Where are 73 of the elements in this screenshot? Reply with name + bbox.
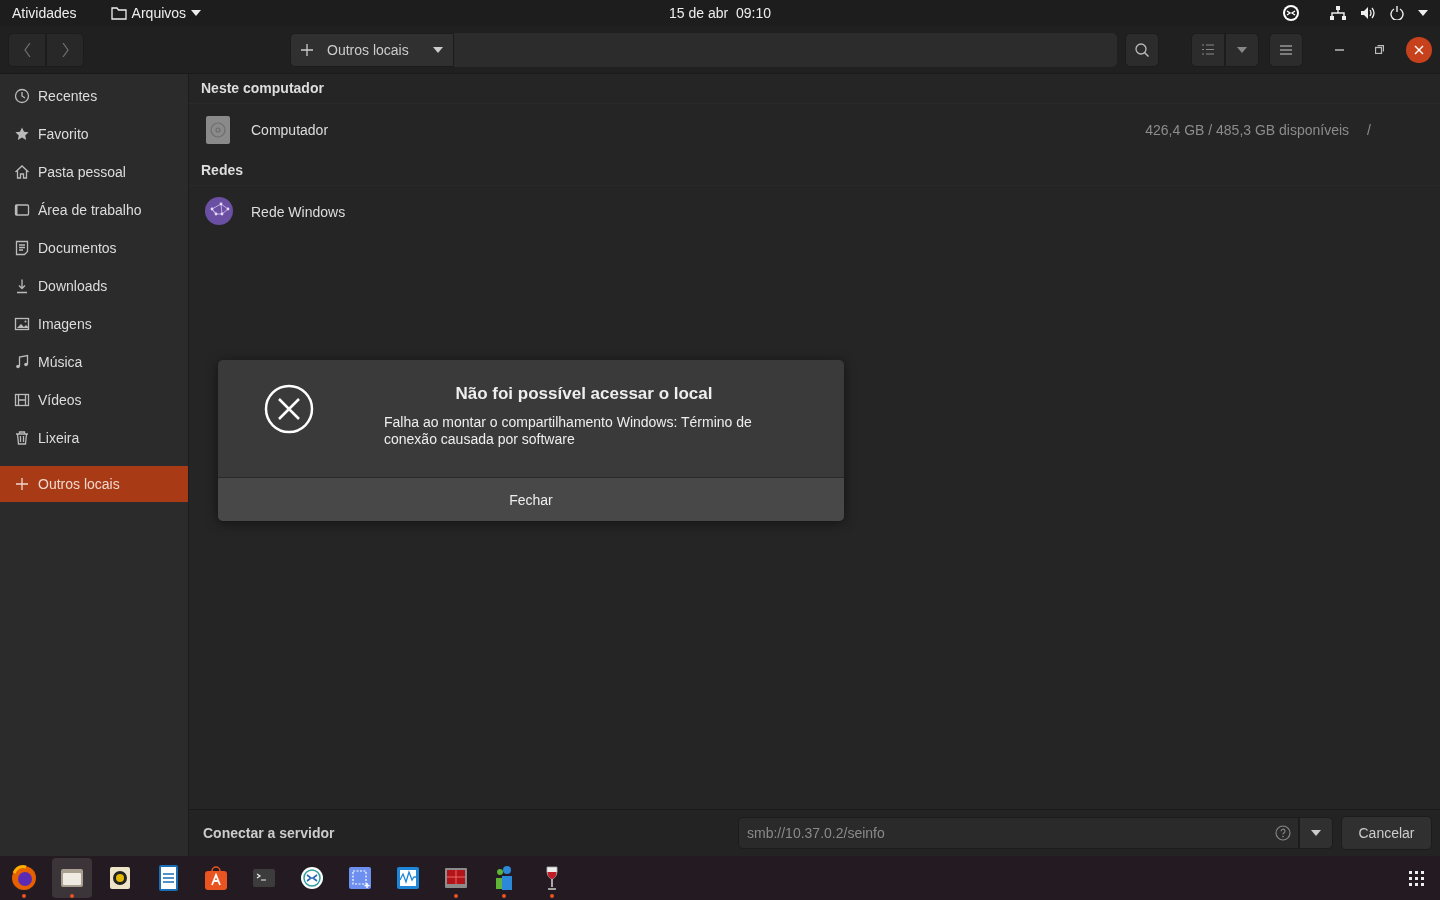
place-item[interactable]: Computador bbox=[251, 122, 329, 138]
clock[interactable]: 15 de abr 09:10 bbox=[669, 5, 771, 21]
power-icon[interactable] bbox=[1390, 6, 1404, 20]
place-item[interactable]: Rede Windows bbox=[251, 204, 346, 220]
section-heading: Neste computador bbox=[189, 74, 1440, 104]
app-menu[interactable]: Arquivos bbox=[110, 5, 202, 21]
menu-button[interactable] bbox=[1269, 32, 1303, 67]
sidebar-item[interactable]: Pasta pessoal bbox=[0, 153, 188, 191]
sidebar-item[interactable]: Lixeira bbox=[0, 419, 188, 457]
view-options-button[interactable] bbox=[1225, 32, 1260, 67]
sidebar-item[interactable]: Documentos bbox=[0, 229, 188, 267]
caret-icon bbox=[432, 46, 443, 53]
music-note-icon bbox=[14, 354, 30, 370]
browser-icon[interactable] bbox=[10, 864, 38, 892]
path-button[interactable]: Outros locais bbox=[290, 32, 454, 67]
shopping-bag-icon[interactable] bbox=[202, 864, 230, 892]
dialog-title: Não foi possível acessar o local bbox=[454, 384, 714, 404]
history-dropdown-button[interactable] bbox=[1299, 817, 1333, 849]
desktop-icon bbox=[14, 202, 30, 218]
close-button[interactable] bbox=[1406, 36, 1433, 63]
home-icon bbox=[14, 164, 30, 180]
list-icon bbox=[1202, 44, 1215, 55]
search-button[interactable] bbox=[1125, 32, 1160, 67]
server-address-field[interactable]: smb://10.37.0.2/seinfo bbox=[738, 817, 1299, 849]
caret-icon bbox=[1311, 830, 1321, 836]
folder-icon bbox=[110, 6, 127, 20]
caret-icon bbox=[191, 10, 202, 16]
document-icon bbox=[14, 240, 30, 256]
remote-indicator-icon[interactable] bbox=[1282, 4, 1300, 22]
plus-icon bbox=[14, 476, 30, 492]
close-dialog-button[interactable]: Fechar bbox=[218, 477, 844, 521]
sidebar-item[interactable]: Música bbox=[0, 343, 188, 381]
network-icon[interactable] bbox=[1330, 6, 1346, 20]
download-icon bbox=[14, 278, 30, 294]
sidebar-item[interactable]: Vídeos bbox=[0, 381, 188, 419]
app-grid-icon[interactable] bbox=[1409, 870, 1424, 886]
sidebar-item[interactable]: Favorito bbox=[0, 115, 188, 153]
drive-icon bbox=[205, 115, 233, 145]
mount-point: / bbox=[1367, 122, 1371, 138]
volume-icon[interactable] bbox=[1360, 6, 1376, 20]
activities-button[interactable]: Atividades bbox=[12, 5, 77, 21]
search-icon bbox=[1135, 42, 1150, 57]
system-monitor-icon[interactable] bbox=[394, 864, 422, 892]
connect-label: Conectar a servidor bbox=[203, 825, 335, 841]
sidebar-item[interactable]: Área de trabalho bbox=[0, 191, 188, 229]
cancel-button[interactable]: Cancelar bbox=[1341, 816, 1432, 850]
globe-icon bbox=[205, 197, 233, 227]
chevron-right-icon bbox=[61, 42, 69, 57]
section-heading: Redes bbox=[189, 156, 1440, 186]
sidebar-item[interactable]: Recentes bbox=[0, 77, 188, 115]
menu-icon bbox=[1280, 44, 1292, 55]
trash-icon bbox=[14, 430, 30, 446]
chevron-left-icon bbox=[23, 42, 31, 57]
remote-desktop-icon[interactable] bbox=[298, 864, 326, 892]
sidebar-item[interactable]: Imagens bbox=[0, 305, 188, 343]
minimize-icon bbox=[1335, 48, 1345, 51]
sidebar-item[interactable]: Outros locais bbox=[0, 466, 188, 502]
error-icon bbox=[264, 384, 314, 434]
image-icon bbox=[14, 316, 30, 332]
restore-icon bbox=[1374, 45, 1384, 54]
dialog-message: Falha ao montar o compartilhamento Windows: Término de conexão causada por software bbox=[384, 414, 753, 448]
help-icon[interactable] bbox=[1275, 825, 1291, 841]
clock-icon bbox=[14, 88, 30, 104]
star-icon bbox=[14, 126, 30, 142]
film-icon bbox=[14, 392, 30, 408]
close-icon bbox=[1414, 44, 1425, 55]
disk-usage: 426,4 GB / 485,3 GB disponíveis bbox=[1145, 122, 1350, 138]
caret-icon bbox=[1237, 46, 1248, 53]
list-view-button[interactable] bbox=[1191, 32, 1226, 67]
screenshot-icon[interactable] bbox=[346, 864, 374, 892]
plus-icon bbox=[301, 43, 313, 56]
caret-icon[interactable] bbox=[1418, 10, 1428, 16]
sidebar-item[interactable]: Downloads bbox=[0, 267, 188, 305]
